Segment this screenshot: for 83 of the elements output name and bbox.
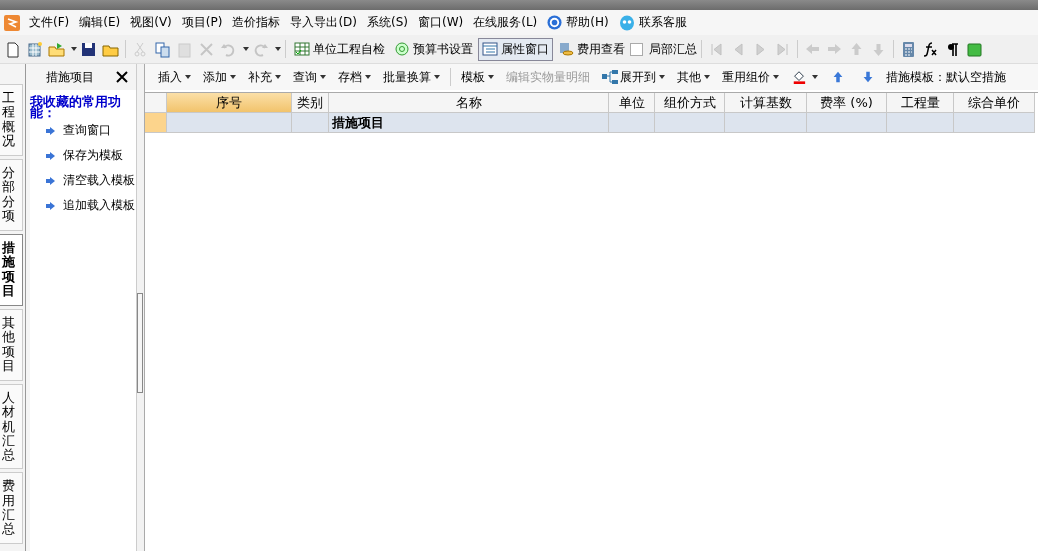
table-cell: [609, 113, 655, 133]
column-header[interactable]: 类别: [292, 93, 329, 113]
caret-icon[interactable]: [365, 75, 371, 79]
side-tab[interactable]: 措施项目: [0, 234, 23, 306]
toolbar-menu-button[interactable]: 查询: [288, 66, 331, 88]
menu-item[interactable]: 在线服务(L): [468, 12, 543, 33]
coins-icon: [558, 41, 574, 57]
favorite-link[interactable]: 查询窗口: [63, 122, 111, 139]
toolbar-menu-button[interactable]: 模板: [456, 66, 499, 88]
caret-icon[interactable]: [488, 75, 494, 79]
toolbar-menu-button[interactable]: 批量换算: [378, 66, 445, 88]
arrow-icon: [46, 126, 55, 135]
menu-item[interactable]: 系统(S): [362, 12, 413, 33]
toolbar-menu-button[interactable]: 存档: [333, 66, 376, 88]
caret-icon[interactable]: [320, 75, 326, 79]
template-label: 措施模板：默认空措施: [886, 68, 1006, 86]
favorite-link[interactable]: 保存为模板: [63, 147, 123, 164]
favorite-link[interactable]: 清空载入模板: [63, 172, 135, 189]
toolbar-menu-button[interactable]: 补充: [243, 66, 286, 88]
table-cell: [655, 113, 725, 133]
side-tab[interactable]: 费用汇总: [0, 472, 23, 545]
checkbox-label: 局部汇总: [649, 40, 697, 58]
menu-item[interactable]: 造价指标: [227, 12, 286, 33]
mascot-icon: [618, 14, 635, 31]
toolbar-button[interactable]: 属性窗口: [478, 37, 553, 61]
side-tab[interactable]: 分部分项: [0, 159, 23, 231]
caret-icon[interactable]: [71, 47, 77, 51]
toolbar-menu-button[interactable]: 添加: [198, 66, 241, 88]
column-header[interactable]: 序号: [167, 93, 292, 113]
arrow-icon: [46, 151, 55, 160]
table-cell: 措施项目: [329, 113, 609, 133]
scroll-thumb[interactable]: [137, 292, 143, 393]
column-header[interactable]: 组价方式: [655, 93, 725, 113]
column-header[interactable]: 单位: [609, 93, 655, 113]
toolbar-button[interactable]: 预算书设置: [390, 37, 477, 61]
toolbar-menu-button[interactable]: 其他: [672, 66, 715, 88]
arrow-icon: [46, 201, 55, 210]
table-cell: [292, 113, 329, 133]
checkbox[interactable]: [630, 42, 643, 56]
paint-bucket-icon: [791, 70, 807, 84]
side-tab[interactable]: 工程概况: [0, 84, 23, 156]
toolbar-menu-button[interactable]: 重用组价: [717, 66, 784, 88]
toolbar-button[interactable]: 单位工程自检: [290, 37, 389, 61]
caret-icon[interactable]: [812, 75, 818, 79]
splitter[interactable]: [136, 64, 145, 551]
favorites-heading: 我收藏的常用功能：: [30, 96, 122, 118]
column-header[interactable]: 计算基数: [725, 93, 807, 113]
side-tab[interactable]: 其他项目: [0, 309, 23, 381]
panel-title: 措施项目: [46, 68, 94, 86]
caret-icon[interactable]: [434, 75, 440, 79]
column-header[interactable]: 费率 (%): [807, 93, 887, 113]
menu-item[interactable]: 视图(V): [125, 12, 177, 33]
close-icon[interactable]: [116, 71, 128, 83]
favorite-link[interactable]: 追加载入模板: [63, 197, 135, 214]
menu-item[interactable]: 联系客服: [613, 12, 692, 33]
toolbar-menu-button[interactable]: 插入: [153, 66, 196, 88]
tree-icon: [602, 70, 618, 84]
side-tab[interactable]: 人材机汇总: [0, 384, 23, 470]
corner-cell: [145, 93, 167, 113]
toolbar-menu-button[interactable]: 展开到: [597, 66, 670, 88]
arrow-icon: [46, 176, 55, 185]
table-check-icon: [294, 41, 310, 57]
menu-item[interactable]: 窗口(W): [413, 12, 469, 33]
column-header[interactable]: 名称: [329, 93, 609, 113]
column-header[interactable]: 工程量: [887, 93, 954, 113]
caret-icon[interactable]: [185, 75, 191, 79]
app-logo-icon: [4, 14, 20, 31]
caret-icon[interactable]: [773, 75, 779, 79]
table-cell: [887, 113, 954, 133]
gear-icon: [394, 41, 410, 57]
menu-item[interactable]: 编辑(E): [74, 12, 126, 33]
menu-item[interactable]: 导入导出(D): [285, 12, 362, 33]
menu-item[interactable]: 帮助(H): [542, 12, 614, 33]
window-icon: [482, 41, 498, 57]
help-icon: [547, 15, 563, 30]
caret-icon[interactable]: [704, 75, 710, 79]
caret-icon[interactable]: [659, 75, 665, 79]
caret-icon[interactable]: [230, 75, 236, 79]
column-header[interactable]: 综合单价: [954, 93, 1035, 113]
menu-item[interactable]: 项目(P): [176, 12, 228, 33]
caret-icon[interactable]: [275, 75, 281, 79]
toolbar-button[interactable]: 费用查看: [554, 37, 629, 61]
menu-item[interactable]: 文件(F): [24, 12, 75, 33]
